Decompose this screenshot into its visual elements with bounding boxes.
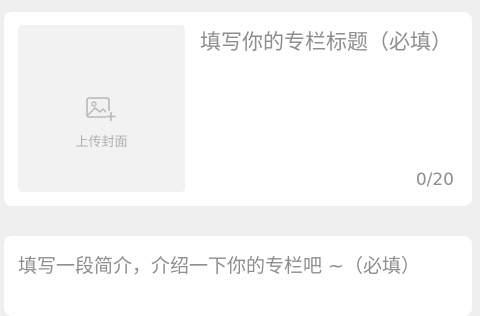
title-char-counter: 0/20 xyxy=(415,170,454,190)
upload-cover-button[interactable]: 上传封面 xyxy=(18,25,185,192)
description-card: 填写一段简介，介绍一下你的专栏吧 ~（必填） xyxy=(4,236,472,316)
upload-cover-label: 上传封面 xyxy=(75,135,128,150)
image-add-icon xyxy=(86,97,116,121)
title-input[interactable]: 填写你的专栏标题（必填） xyxy=(200,26,458,156)
description-input[interactable]: 填写一段简介，介绍一下你的专栏吧 ~（必填） xyxy=(18,251,458,281)
title-card: 上传封面 填写你的专栏标题（必填） 0/20 xyxy=(4,12,472,206)
